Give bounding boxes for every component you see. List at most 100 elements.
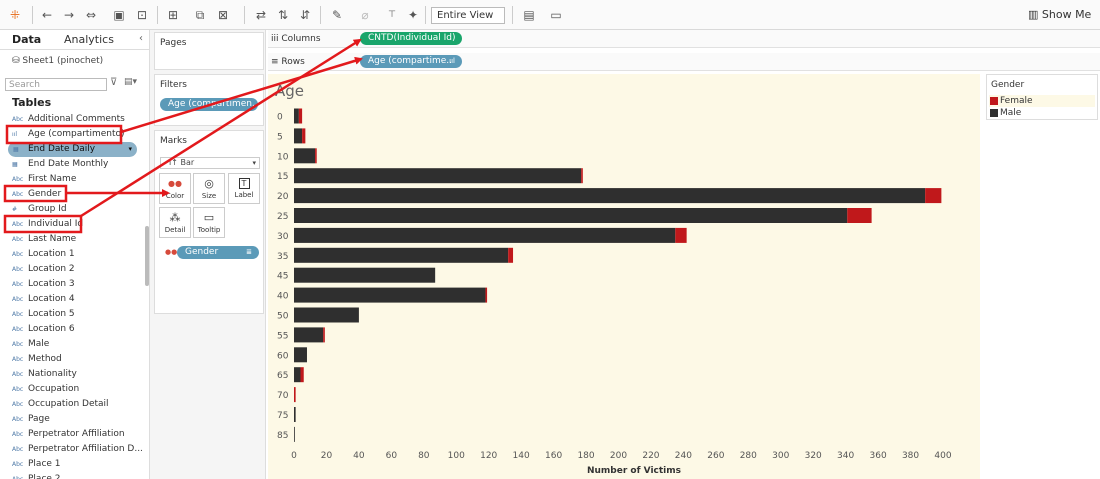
text-label-icon: T [238, 178, 250, 189]
pages-card[interactable]: Pages [154, 32, 264, 70]
duplicate-icon[interactable]: ⧉ [191, 6, 209, 24]
bar-female [323, 327, 325, 343]
field-item[interactable]: Abc Location 6 [0, 322, 145, 337]
mark-type-dropdown[interactable]: ı↑ Bar ▾ [160, 157, 260, 169]
new-worksheet-icon[interactable]: ⊞ [164, 6, 182, 24]
columns-pill-cntd[interactable]: CNTD(Individual Id) [360, 32, 462, 45]
columns-shelf-label: iii Columns [271, 34, 321, 44]
field-list-scrollbar[interactable] [145, 226, 149, 286]
new-datasource-icon[interactable]: ⊡ [133, 6, 151, 24]
data-pane: Data Analytics ‹ ⛁ Sheet1 (pinochet) ⊽ ▤… [0, 30, 150, 479]
field-item[interactable]: Abc Last Name [0, 232, 145, 247]
clear-sheet-icon[interactable]: ⊠ [214, 6, 232, 24]
field-item[interactable]: Abc Location 3 [0, 277, 145, 292]
field-item[interactable]: Abc Location 1 [0, 247, 145, 262]
tab-divider [0, 49, 150, 50]
field-item[interactable]: Abc Location 2 [0, 262, 145, 277]
legend-item-female[interactable]: Female [989, 95, 1095, 107]
field-item[interactable]: # Group Id [0, 202, 145, 217]
bar-female [300, 367, 304, 383]
field-item[interactable]: Abc Location 4 [0, 292, 145, 307]
field-item[interactable]: Abc Nationality [0, 367, 145, 382]
filter-pill-age[interactable]: Age (compartimen.. [160, 98, 258, 111]
detail-icon: ⁂ [169, 211, 181, 224]
size-mark-button[interactable]: ◎ Size [193, 173, 225, 204]
rows-pill-age[interactable]: Age (compartime.. ııl [360, 55, 462, 68]
field-item[interactable]: Abc Gender [0, 187, 145, 202]
field-item[interactable]: ııl Age (compartimento) [0, 127, 145, 142]
sort-descending-icon[interactable]: ⇵ [296, 6, 314, 24]
columns-icon: iii [271, 34, 282, 44]
y-tick-label: 35 [277, 252, 288, 262]
swap-rows-columns-icon[interactable]: ⇄ [252, 6, 270, 24]
view-options-icon[interactable]: ▤▾ [124, 77, 137, 87]
marks-pill-gender[interactable]: Gender ≣ [177, 246, 259, 259]
x-tick-label: 180 [577, 451, 594, 461]
sort-ascending-icon[interactable]: ⇅ [274, 6, 292, 24]
field-item[interactable]: Abc Perpetrator Affiliation D... [0, 442, 145, 457]
columns-shelf[interactable]: iii Columns CNTD(Individual Id) [268, 30, 1100, 48]
color-mark-button[interactable]: ●● Color [159, 173, 191, 204]
field-type-icon: Abc [12, 191, 24, 198]
field-item[interactable]: Abc Method [0, 352, 145, 367]
field-name: Occupation [28, 384, 80, 394]
group-icon[interactable]: ⌀ [356, 6, 374, 24]
field-item[interactable]: Abc Occupation Detail [0, 397, 145, 412]
field-item[interactable]: Abc Place 1 [0, 457, 145, 472]
field-item[interactable]: ▦ End Date Daily ▾ [8, 142, 137, 157]
field-item[interactable]: Abc First Name [0, 172, 145, 187]
tooltip-icon: ▭ [203, 211, 215, 224]
tooltip-mark-button[interactable]: ▭ Tooltip [193, 207, 225, 238]
swap-icon[interactable]: ⇔ [82, 6, 100, 24]
bar-female [925, 188, 942, 204]
highlight-icon[interactable]: ✎ [328, 6, 346, 24]
field-name: Location 4 [28, 294, 75, 304]
field-item[interactable]: Abc Location 5 [0, 307, 145, 322]
chart-view: 0 5 10 15 20 25 30 35 45 40 50 55 60 65 70 75 85 0 20 40 60 8… [268, 74, 980, 479]
field-list: Abc Additional Comments ııl Age (compartime… [0, 112, 145, 479]
detail-mark-label: Detail [164, 226, 186, 234]
save-icon[interactable]: ▣ [110, 6, 128, 24]
field-name: Additional Comments [28, 114, 125, 124]
y-tick-label: 30 [277, 232, 289, 242]
pin-icon[interactable]: ✦ [404, 6, 422, 24]
chevron-down-icon[interactable]: ▾ [128, 142, 132, 157]
detail-mark-button[interactable]: ⁂ Detail [159, 207, 191, 238]
show-me-label: Show Me [1041, 8, 1092, 21]
field-item[interactable]: ▦ End Date Monthly [0, 157, 145, 172]
field-item[interactable]: Abc Male [0, 337, 145, 352]
fit-dropdown[interactable]: Entire View [431, 7, 505, 24]
marks-card-title: Marks [160, 136, 187, 146]
show-me-button[interactable]: ▥ Show Me [1028, 8, 1091, 21]
label-icon[interactable]: ⊤ [383, 6, 401, 24]
bar-female [315, 148, 317, 164]
x-axis-label: Number of Victims [587, 466, 681, 476]
field-item[interactable]: Abc Place 2 [0, 472, 145, 479]
tab-analytics[interactable]: Analytics [64, 33, 114, 49]
label-mark-button[interactable]: T Label [228, 173, 260, 204]
field-item[interactable]: Abc Individual Id [0, 217, 145, 232]
field-search-input[interactable] [5, 78, 107, 91]
filters-card[interactable]: Filters Age (compartimen.. [154, 74, 264, 126]
field-item[interactable]: Abc Additional Comments [0, 112, 145, 127]
datasource-item[interactable]: ⛁ Sheet1 (pinochet) [12, 56, 103, 66]
legend-item-male[interactable]: Male [989, 107, 1095, 119]
field-item[interactable]: Abc Perpetrator Affiliation [0, 427, 145, 442]
field-type-icon: # [12, 206, 18, 213]
rows-shelf[interactable]: ≡ Rows Age (compartime.. ııl [268, 53, 1100, 71]
tab-data[interactable]: Data [12, 33, 41, 49]
field-item[interactable]: Abc Occupation [0, 382, 145, 397]
bar-female [302, 128, 306, 144]
redo-icon[interactable]: → [60, 6, 78, 24]
collapse-pane-icon[interactable]: ‹ [139, 33, 143, 44]
field-item[interactable]: Abc Page [0, 412, 145, 427]
cards-toggle-icon[interactable]: ▤ [520, 6, 538, 24]
filter-fields-icon[interactable]: ⊽ [110, 77, 117, 88]
undo-icon[interactable]: ← [38, 6, 56, 24]
bar-mark-icon: ı↑ [169, 158, 181, 167]
field-type-icon: Abc [12, 281, 24, 288]
tableau-logo-icon[interactable]: ⁜ [6, 6, 24, 24]
bar-female [847, 208, 872, 223]
presentation-icon[interactable]: ▭ [547, 6, 565, 24]
field-type-icon: Abc [12, 431, 24, 438]
